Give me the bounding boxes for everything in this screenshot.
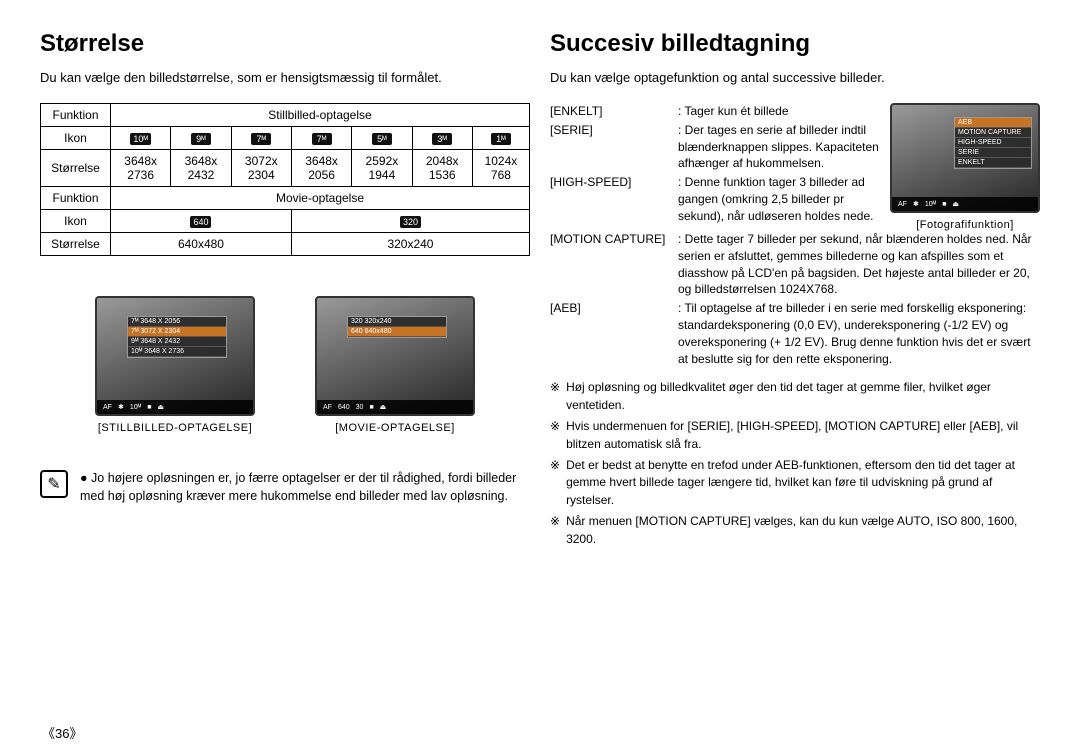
menu-row: MOTION CAPTURE <box>955 128 1031 138</box>
status-item: ⏏ <box>952 200 959 208</box>
right-intro: Du kan vælge optagefunktion og antal suc… <box>550 70 1040 85</box>
size-icon: 9ᴹ <box>191 133 211 145</box>
menu-row: HIGH-SPEED <box>955 138 1031 148</box>
size-icon: 7ᴹ <box>312 133 332 145</box>
status-item: AF <box>898 201 907 208</box>
lcd-still: 7ᴹ 3648 X 2056 7ᴹ 3072 X 2304 9ᴹ 3648 X … <box>95 296 255 416</box>
right-title: Succesiv billedtagning <box>550 30 1040 58</box>
lcd-statusbar: AF ✱ 10ᴹ ■ ⏏ <box>97 400 253 414</box>
bullet-icon: ※ <box>550 513 560 548</box>
movie-icon: 320 <box>400 216 421 228</box>
dim-cell: 2048x 1536 <box>412 150 472 187</box>
def-term-serie: [SERIE] <box>550 122 678 172</box>
def-desc-enkelt: : Tager kun ét billede <box>678 103 882 120</box>
def-desc-aeb: : Til optagelse af tre billeder i en ser… <box>678 300 1040 367</box>
movie-icon: 640 <box>190 216 211 228</box>
def-term-enkelt: [ENKELT] <box>550 103 678 120</box>
status-item: 30 <box>356 404 364 411</box>
status-item: ✱ <box>913 200 919 208</box>
lcd-menu-still: 7ᴹ 3648 X 2056 7ᴹ 3072 X 2304 9ᴹ 3648 X … <box>127 316 227 358</box>
menu-row-selected: 7ᴹ 3072 X 2304 <box>128 327 226 337</box>
dim-cell: 3648x 2736 <box>111 150 171 187</box>
row-label-storrelse: Størrelse <box>41 150 111 187</box>
status-item: AF <box>323 404 332 411</box>
lcd-movie: 320 320x240 640 640x480 AF 640 30 ■ ⏏ <box>315 296 475 416</box>
size-table: Funktion Stillbilled-optagelse Ikon 10ᴹ … <box>40 103 530 256</box>
movie-dim: 640x480 <box>111 233 292 256</box>
status-item: AF <box>103 404 112 411</box>
row-label-funktion2: Funktion <box>41 187 111 210</box>
thumb-caption-still: [STILLBILLED-OPTAGELSE] <box>95 422 255 434</box>
movie-dim: 320x240 <box>291 233 529 256</box>
dim-cell: 3072x 2304 <box>231 150 291 187</box>
bullet-icon: ※ <box>550 457 560 509</box>
def-term-motion: [MOTION CAPTURE] <box>550 231 678 298</box>
lcd-menu-movie: 320 320x240 640 640x480 <box>347 316 447 338</box>
def-desc-serie: : Der tages en serie af billeder indtil … <box>678 122 882 172</box>
left-intro: Du kan vælge den billedstørrelse, som er… <box>40 70 530 85</box>
size-icon: 10ᴹ <box>130 133 151 145</box>
menu-row: ENKELT <box>955 158 1031 168</box>
lcd-fotografi: AEB MOTION CAPTURE HIGH-SPEED SERIE ENKE… <box>890 103 1040 213</box>
thumb-caption-movie: [MOVIE-OPTAGELSE] <box>315 422 475 434</box>
def-term-aeb: [AEB] <box>550 300 678 367</box>
menu-row-selected: AEB <box>955 118 1031 128</box>
status-item: ✱ <box>118 403 124 411</box>
size-icon: 3ᴹ <box>432 133 452 145</box>
row-label-ikon: Ikon <box>41 127 111 150</box>
menu-row: SERIE <box>955 148 1031 158</box>
left-title: Størrelse <box>40 30 530 58</box>
bullet-4: Når menuen [MOTION CAPTURE] vælges, kan … <box>566 513 1040 548</box>
size-icon: 1ᴹ <box>491 133 511 145</box>
still-header: Stillbilled-optagelse <box>111 104 530 127</box>
bullet-2: Hvis undermenuen for [SERIE], [HIGH-SPEE… <box>566 418 1040 453</box>
def-term-highspeed: [HIGH-SPEED] <box>550 174 678 224</box>
movie-header: Movie-optagelse <box>111 187 530 210</box>
thumb-caption-fotografi: [Fotografifunktion] <box>890 219 1040 231</box>
note-body: Jo højere opløsningen er, jo færre optag… <box>80 471 516 503</box>
row-label-ikon2: Ikon <box>41 210 111 233</box>
note-text: ● Jo højere opløsningen er, jo færre opt… <box>80 470 530 505</box>
def-desc-motion: : Dette tager 7 billeder per sekund, når… <box>678 231 1040 298</box>
menu-row: 320 320x240 <box>348 317 446 327</box>
bullet-icon: ※ <box>550 418 560 453</box>
status-item: ⏏ <box>157 403 164 411</box>
dim-cell: 3648x 2056 <box>291 150 351 187</box>
status-item: ■ <box>147 404 151 411</box>
menu-row-selected: 640 640x480 <box>348 327 446 337</box>
bullet-3: Det er bedst at benytte en trefod under … <box>566 457 1040 509</box>
dim-cell: 3648x 2432 <box>171 150 231 187</box>
bullet-icon: ※ <box>550 379 560 414</box>
row-label-storrelse2: Størrelse <box>41 233 111 256</box>
def-desc-highspeed: : Denne funktion tager 3 billeder ad gan… <box>678 174 882 224</box>
status-item: ■ <box>942 201 946 208</box>
size-icon: 7ᴹ <box>251 133 271 145</box>
menu-row: 7ᴹ 3648 X 2056 <box>128 317 226 327</box>
size-icon: 5ᴹ <box>372 133 392 145</box>
status-item: 10ᴹ <box>130 404 141 411</box>
status-item: 10ᴹ <box>925 201 936 208</box>
status-item: ⏏ <box>380 403 387 411</box>
bullet-1: Høj opløsning og billedkvalitet øger den… <box>566 379 1040 414</box>
menu-row: 10ᴹ 3648 X 2736 <box>128 347 226 357</box>
lcd-statusbar: AF 640 30 ■ ⏏ <box>317 400 473 414</box>
note-icon: ✎ <box>40 470 68 498</box>
dim-cell: 2592x 1944 <box>352 150 412 187</box>
lcd-menu-fotografi: AEB MOTION CAPTURE HIGH-SPEED SERIE ENKE… <box>954 117 1032 169</box>
page-number: 《36》 <box>42 723 82 742</box>
status-item: 640 <box>338 404 350 411</box>
row-label-funktion: Funktion <box>41 104 111 127</box>
dim-cell: 1024x 768 <box>472 150 529 187</box>
status-item: ■ <box>369 404 373 411</box>
lcd-statusbar: AF ✱ 10ᴹ ■ ⏏ <box>892 197 1038 211</box>
menu-row: 9ᴹ 3648 X 2432 <box>128 337 226 347</box>
